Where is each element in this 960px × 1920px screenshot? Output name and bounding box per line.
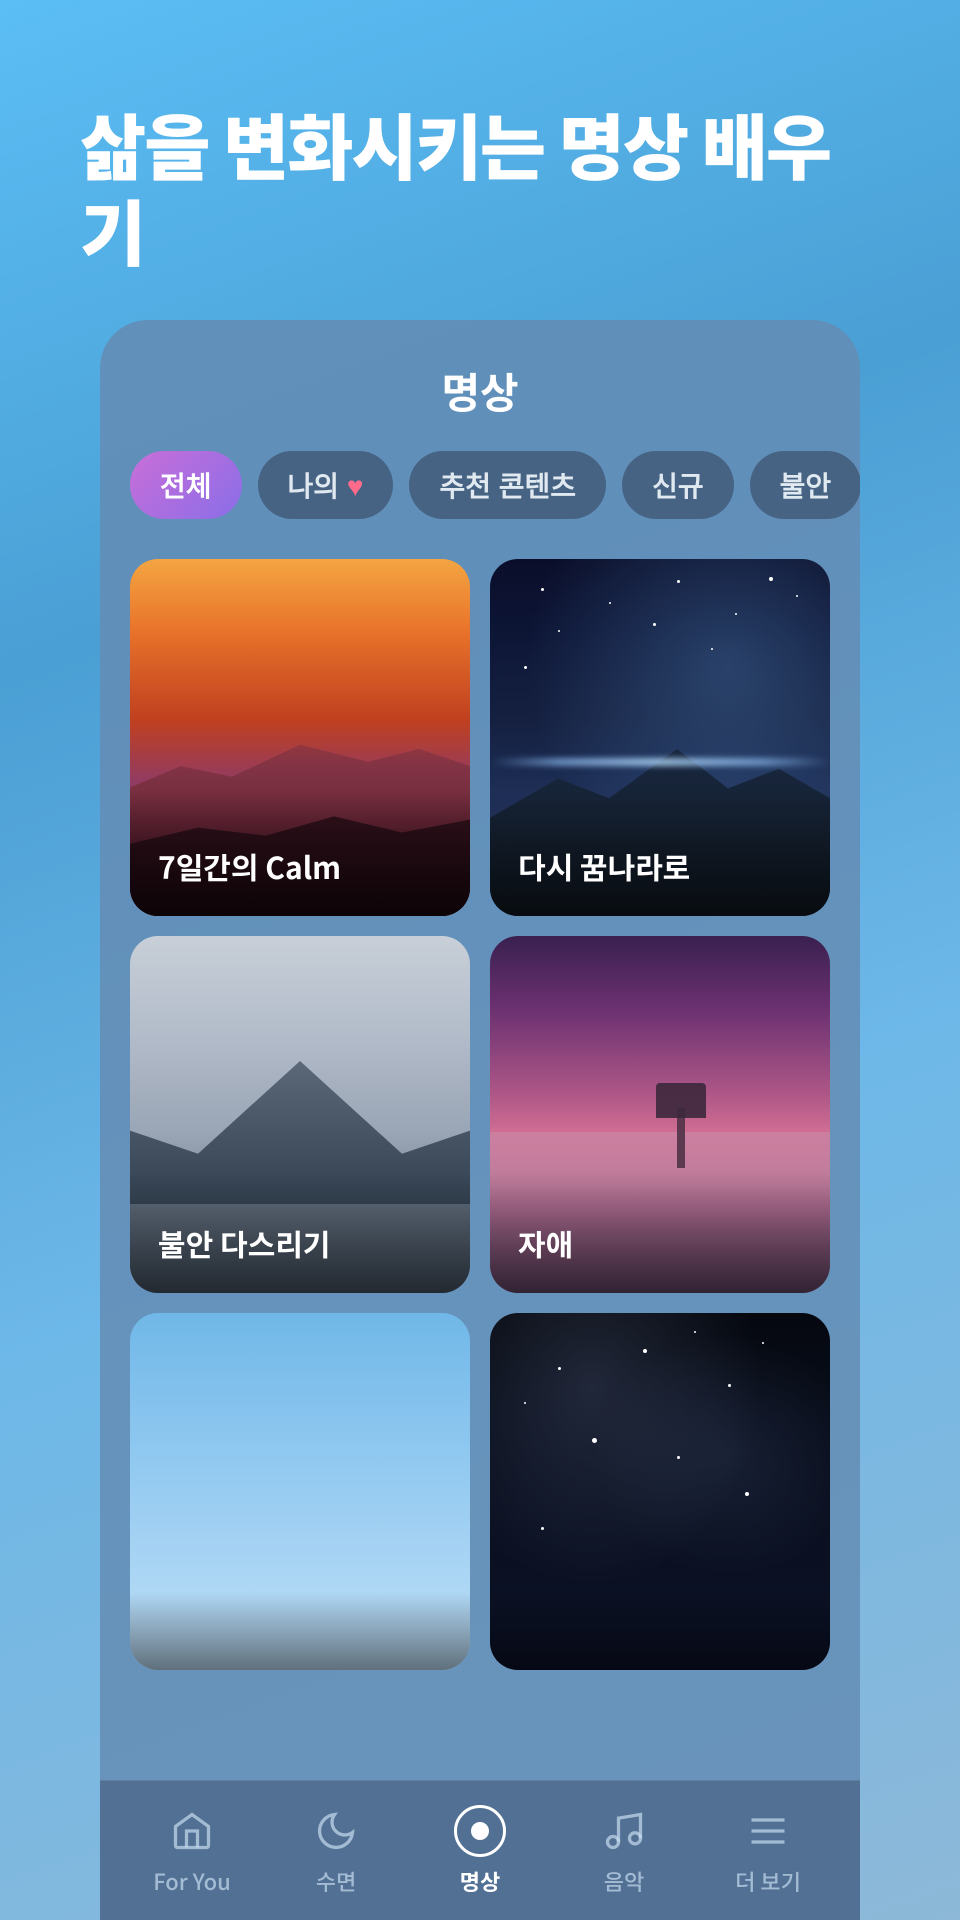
filter-tab-my[interactable]: 나의 ♥ — [258, 451, 394, 519]
nav-label-music: 음악 — [604, 1865, 644, 1897]
nav-label-sleep: 수면 — [316, 1865, 356, 1897]
content-card-1[interactable]: 7일간의 Calm — [130, 559, 470, 916]
meditation-active-icon — [454, 1805, 506, 1857]
filter-tab-recommended[interactable]: 추천 콘텐츠 — [409, 451, 606, 519]
card-label-6 — [490, 1592, 830, 1670]
nav-item-music[interactable]: 음악 — [552, 1805, 696, 1897]
filter-tab-new[interactable]: 신규 — [622, 451, 734, 519]
music-icon — [598, 1805, 650, 1857]
card-label-4: 자애 — [490, 1171, 830, 1293]
nav-label-for-you: For You — [153, 1865, 231, 1897]
star — [677, 580, 680, 583]
card-label-5 — [130, 1592, 470, 1670]
star — [728, 1384, 731, 1387]
page-header: 삶을 변화시키는 명상 배우기 — [0, 0, 960, 333]
card-label-3: 불안 다스리기 — [130, 1171, 470, 1293]
card-label-1: 7일간의 Calm — [130, 794, 470, 916]
app-card: 명상 전체 나의 ♥ 추천 콘텐츠 신규 불안 7일간의 Calm — [100, 320, 860, 1920]
star — [524, 1402, 526, 1404]
content-grid: 7일간의 Calm 다시 꿈나라로 — [130, 559, 830, 1670]
star — [796, 595, 798, 597]
heart-icon: ♥ — [347, 471, 364, 502]
star — [592, 1438, 597, 1443]
content-card-5[interactable] — [130, 1313, 470, 1670]
star — [609, 602, 611, 604]
nav-label-more: 더 보기 — [735, 1865, 801, 1897]
stilt-house — [651, 1088, 711, 1168]
star — [745, 1492, 749, 1496]
star — [541, 1527, 544, 1530]
star — [541, 588, 544, 591]
nav-item-for-you[interactable]: For You — [120, 1805, 264, 1897]
content-card-4[interactable]: 자애 — [490, 936, 830, 1293]
active-circle — [454, 1805, 506, 1857]
menu-icon — [742, 1805, 794, 1857]
horizon-glow — [490, 758, 830, 766]
card-label-2: 다시 꿈나라로 — [490, 794, 830, 916]
page-title: 삶을 변화시키는 명상 배우기 — [80, 100, 880, 273]
filter-tab-anxiety[interactable]: 불안 — [750, 451, 860, 519]
filter-tabs: 전체 나의 ♥ 추천 콘텐츠 신규 불안 — [100, 441, 860, 539]
section-title: 명상 — [140, 360, 820, 421]
bottom-nav: For You 수면 명상 — [100, 1780, 860, 1920]
star — [711, 648, 713, 650]
moon-icon — [310, 1805, 362, 1857]
star — [694, 1331, 696, 1333]
home-icon — [166, 1805, 218, 1857]
nav-label-meditation: 명상 — [460, 1865, 500, 1897]
filter-tab-all[interactable]: 전체 — [130, 451, 242, 519]
star — [558, 1367, 561, 1370]
star — [653, 623, 656, 626]
nav-item-meditation[interactable]: 명상 — [408, 1805, 552, 1897]
nav-item-more[interactable]: 더 보기 — [696, 1805, 840, 1897]
card-title-bar: 명상 — [100, 320, 860, 441]
star — [735, 613, 737, 615]
content-card-6[interactable] — [490, 1313, 830, 1670]
star — [524, 666, 527, 669]
star — [558, 630, 560, 632]
star — [643, 1349, 647, 1353]
star — [677, 1456, 680, 1459]
star — [762, 1342, 764, 1344]
content-card-3[interactable]: 불안 다스리기 — [130, 936, 470, 1293]
content-card-2[interactable]: 다시 꿈나라로 — [490, 559, 830, 916]
star — [769, 577, 773, 581]
nav-item-sleep[interactable]: 수면 — [264, 1805, 408, 1897]
content-scroll[interactable]: 7일간의 Calm 다시 꿈나라로 — [100, 539, 860, 1780]
